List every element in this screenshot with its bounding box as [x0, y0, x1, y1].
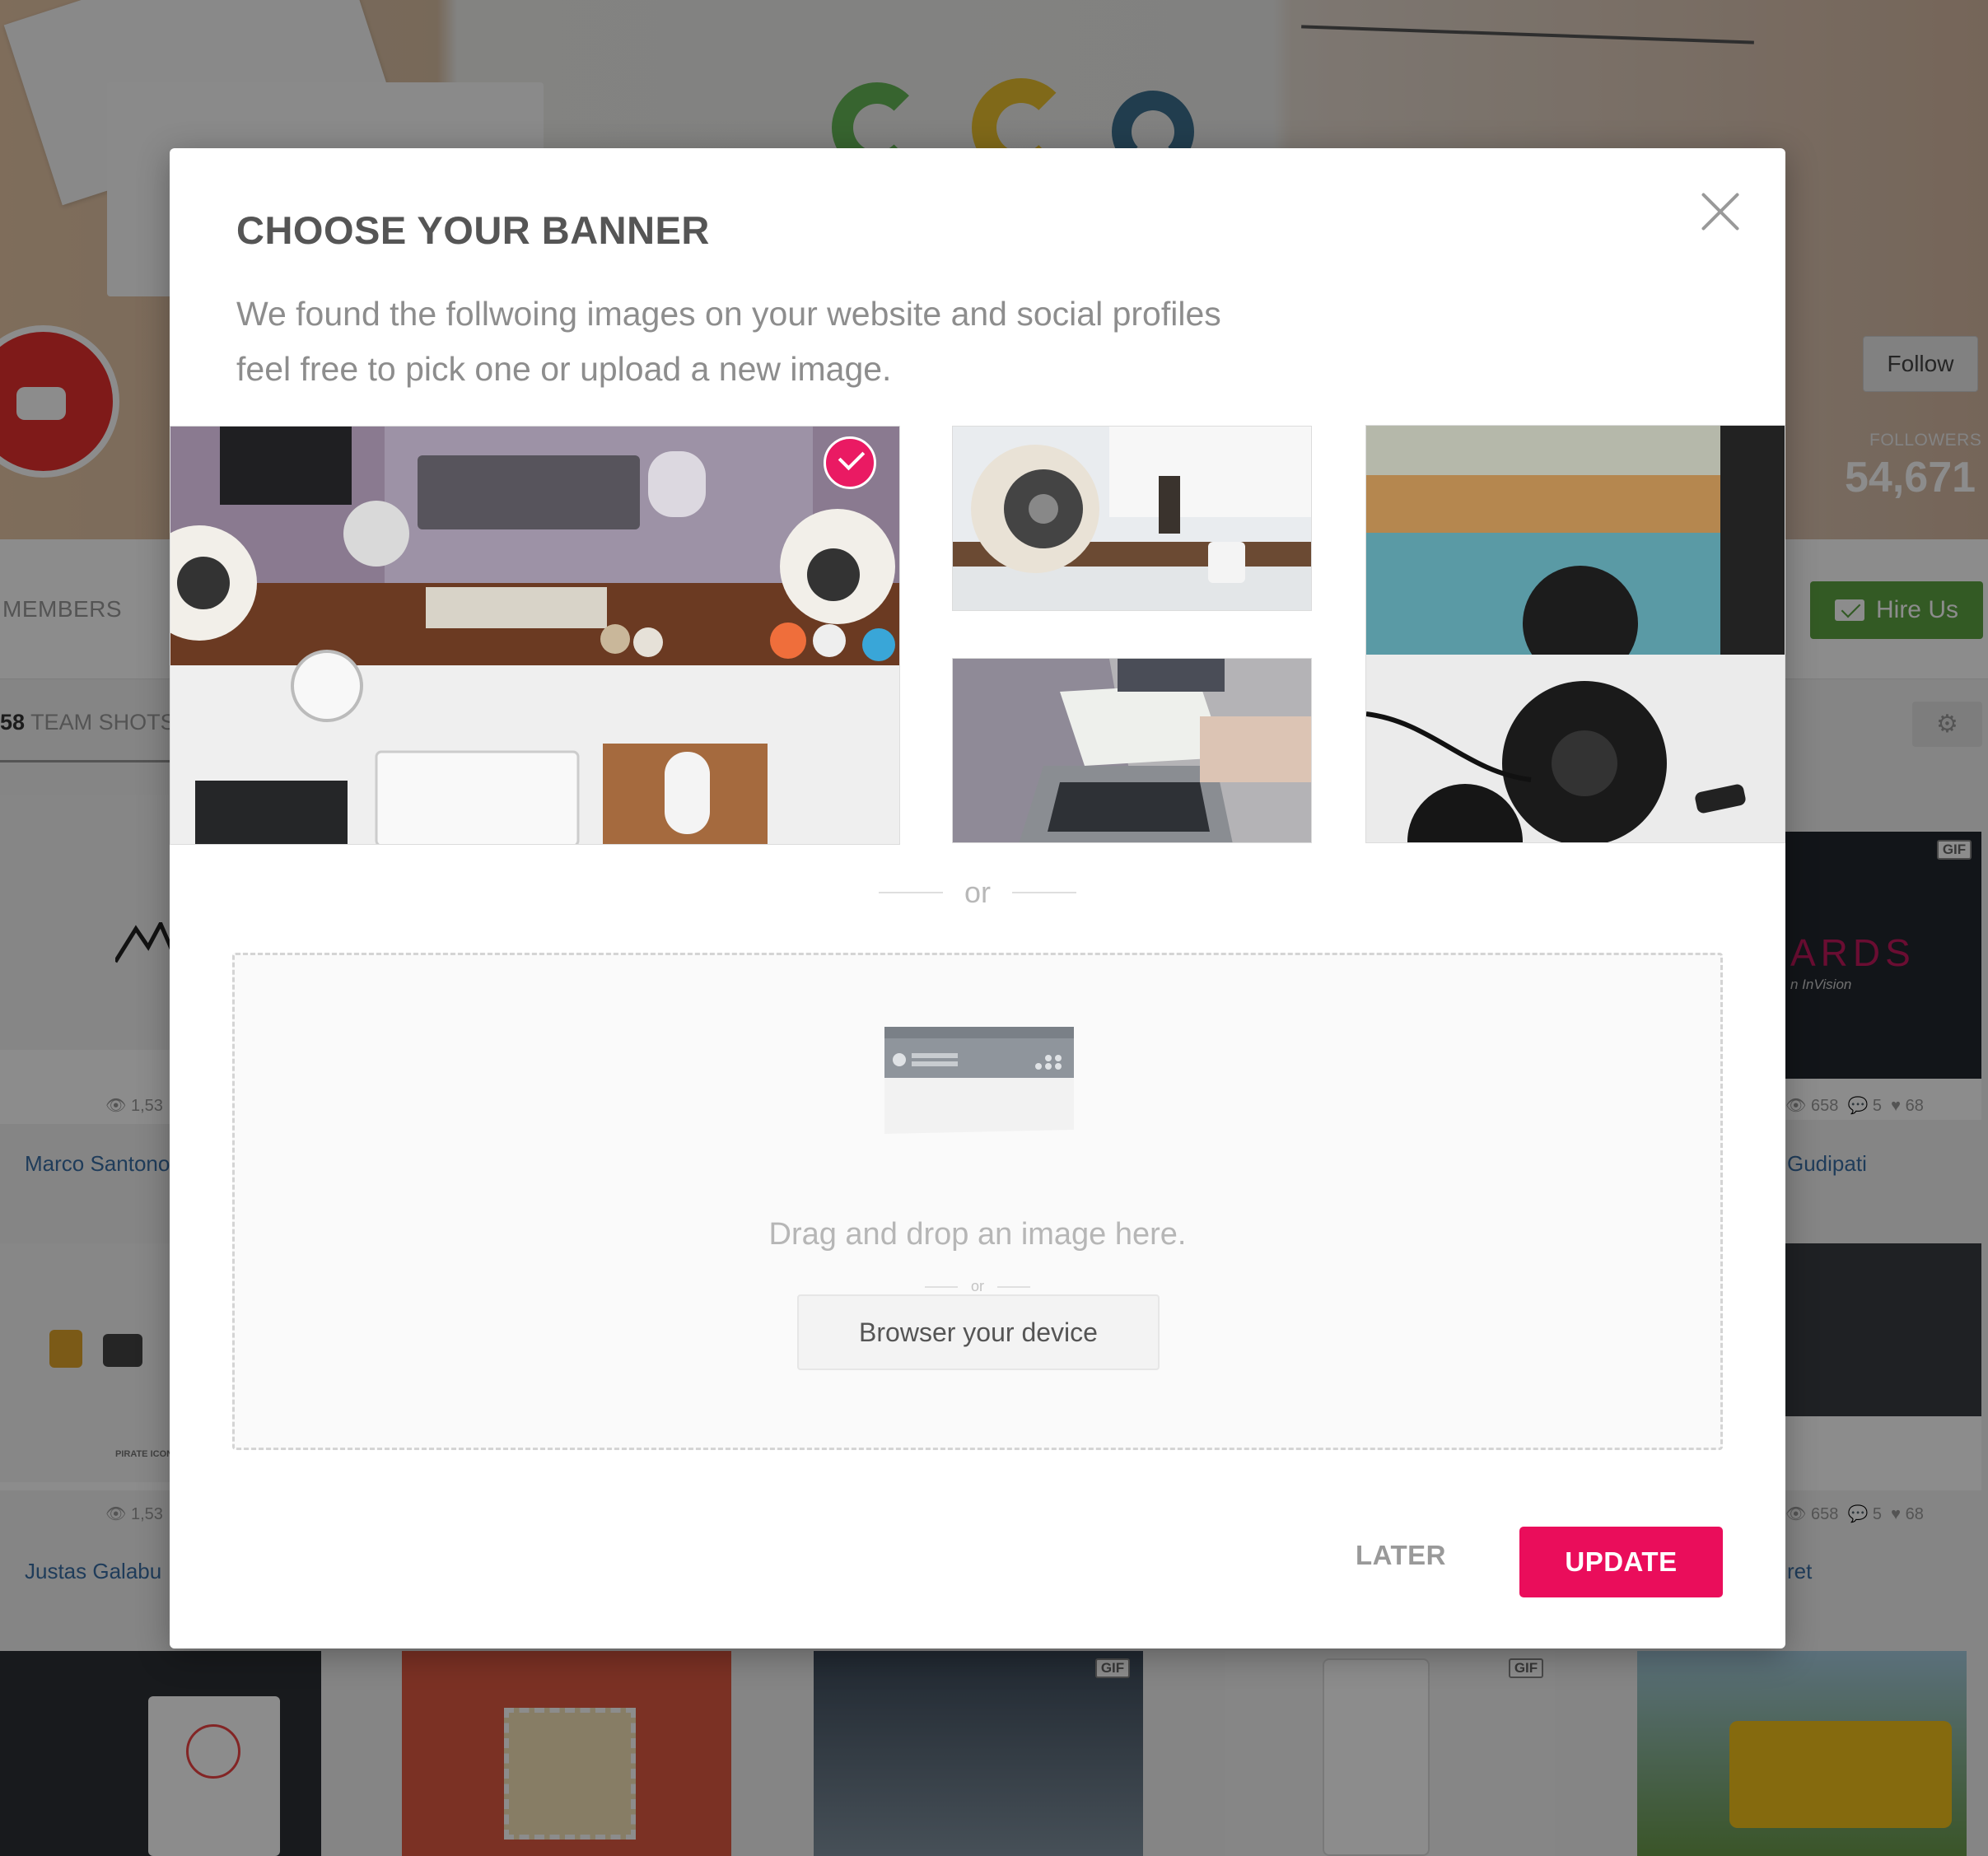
laptop-photo — [953, 659, 1311, 842]
selected-check-icon — [824, 436, 876, 489]
browse-device-button[interactable]: Browser your device — [797, 1294, 1160, 1370]
dz-or-line-left — [924, 1285, 958, 1288]
close-icon[interactable] — [1700, 191, 1741, 232]
dropzone-or-divider: or — [235, 1278, 1720, 1295]
choose-banner-modal: CHOOSE YOUR BANNER We found the follwoin… — [170, 148, 1785, 1648]
image-dropzone[interactable]: Drag and drop an image here. or Browser … — [232, 953, 1723, 1450]
desk-photo — [170, 427, 899, 844]
banner-option-laptop[interactable] — [952, 658, 1312, 843]
or-line-right — [1012, 892, 1076, 893]
speaker-photo — [953, 427, 1311, 610]
headphones-photo — [1366, 426, 1785, 842]
or-divider: or — [170, 875, 1785, 910]
dropzone-instruction: Drag and drop an image here. — [768, 1217, 1187, 1252]
modal-title: CHOOSE YOUR BANNER — [236, 208, 710, 252]
update-button[interactable]: UPDATE — [1519, 1527, 1723, 1597]
dz-or-line-right — [997, 1285, 1030, 1288]
banner-option-speaker[interactable] — [952, 426, 1312, 611]
later-button[interactable]: LATER — [1339, 1527, 1463, 1584]
dropzone-or-label: or — [970, 1278, 984, 1294]
modal-description: We found the follwoing images on your we… — [236, 295, 1221, 388]
banner-option-headphones[interactable] — [1365, 425, 1785, 843]
banner-option-desk[interactable] — [170, 426, 900, 845]
banner-upload-icon — [884, 1027, 1074, 1134]
or-line-left — [878, 892, 943, 893]
or-label: or — [964, 875, 991, 909]
